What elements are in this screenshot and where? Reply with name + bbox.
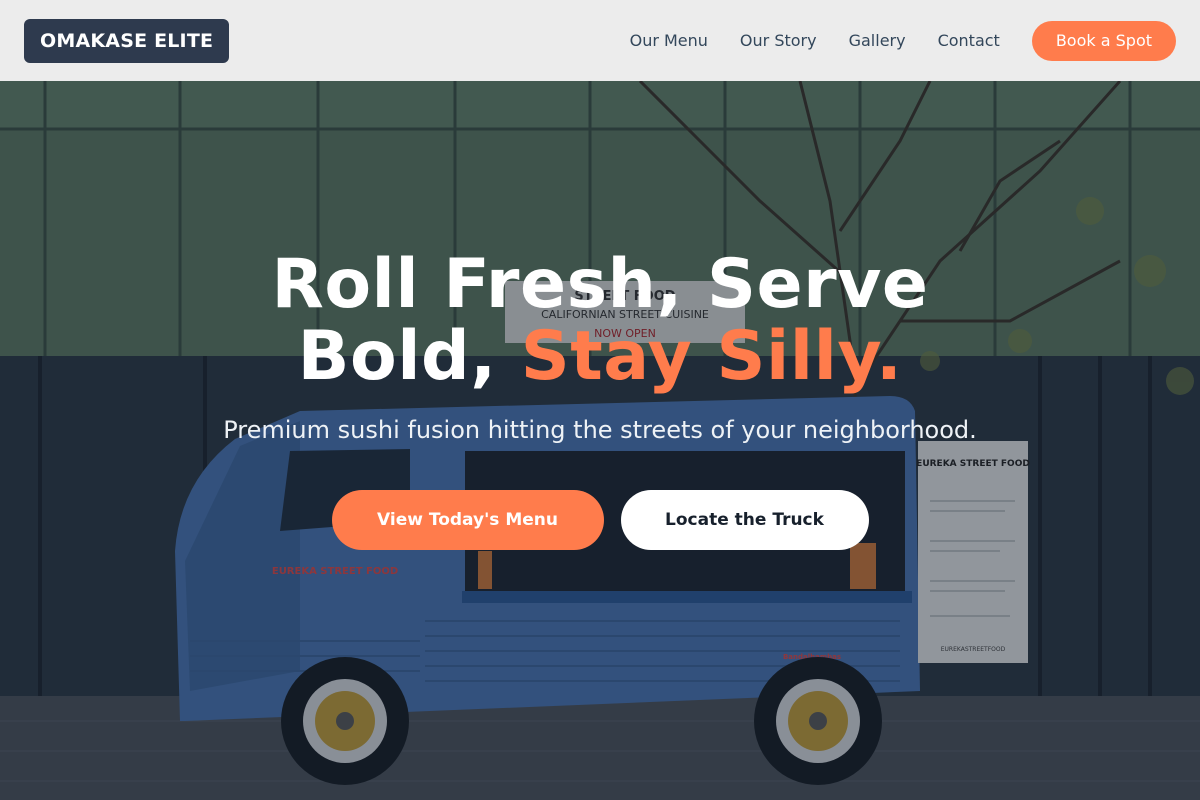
nav-link-contact[interactable]: Contact <box>938 31 1000 50</box>
hero-content: Roll Fresh, Serve Bold, Stay Silly. Prem… <box>0 81 1200 800</box>
headline-line2: Bold, <box>297 317 521 396</box>
nav-link-gallery[interactable]: Gallery <box>849 31 906 50</box>
hero-buttons: View Today's Menu Locate the Truck <box>0 490 1200 550</box>
book-spot-button[interactable]: Book a Spot <box>1031 20 1176 61</box>
view-menu-button[interactable]: View Today's Menu <box>331 490 604 550</box>
top-navbar: OMAKASE ELITE Our Menu Our Story Gallery… <box>0 0 1200 81</box>
hero-headline: Roll Fresh, Serve Bold, Stay Silly. <box>0 249 1200 393</box>
headline-accent: Stay Silly. <box>520 317 903 396</box>
hero-section: STREET FOOD CALIFORNIAN STREET CUISINE N… <box>0 81 1200 800</box>
hero-subtitle: Premium sushi fusion hitting the streets… <box>223 416 977 444</box>
nav-link-our-story[interactable]: Our Story <box>740 31 817 50</box>
headline-line1: Roll Fresh, Serve <box>271 245 929 324</box>
nav-links: Our Menu Our Story Gallery Contact Book … <box>630 20 1176 61</box>
brand-logo[interactable]: OMAKASE ELITE <box>24 18 230 63</box>
locate-truck-button[interactable]: Locate the Truck <box>620 490 869 550</box>
nav-link-our-menu[interactable]: Our Menu <box>630 31 708 50</box>
